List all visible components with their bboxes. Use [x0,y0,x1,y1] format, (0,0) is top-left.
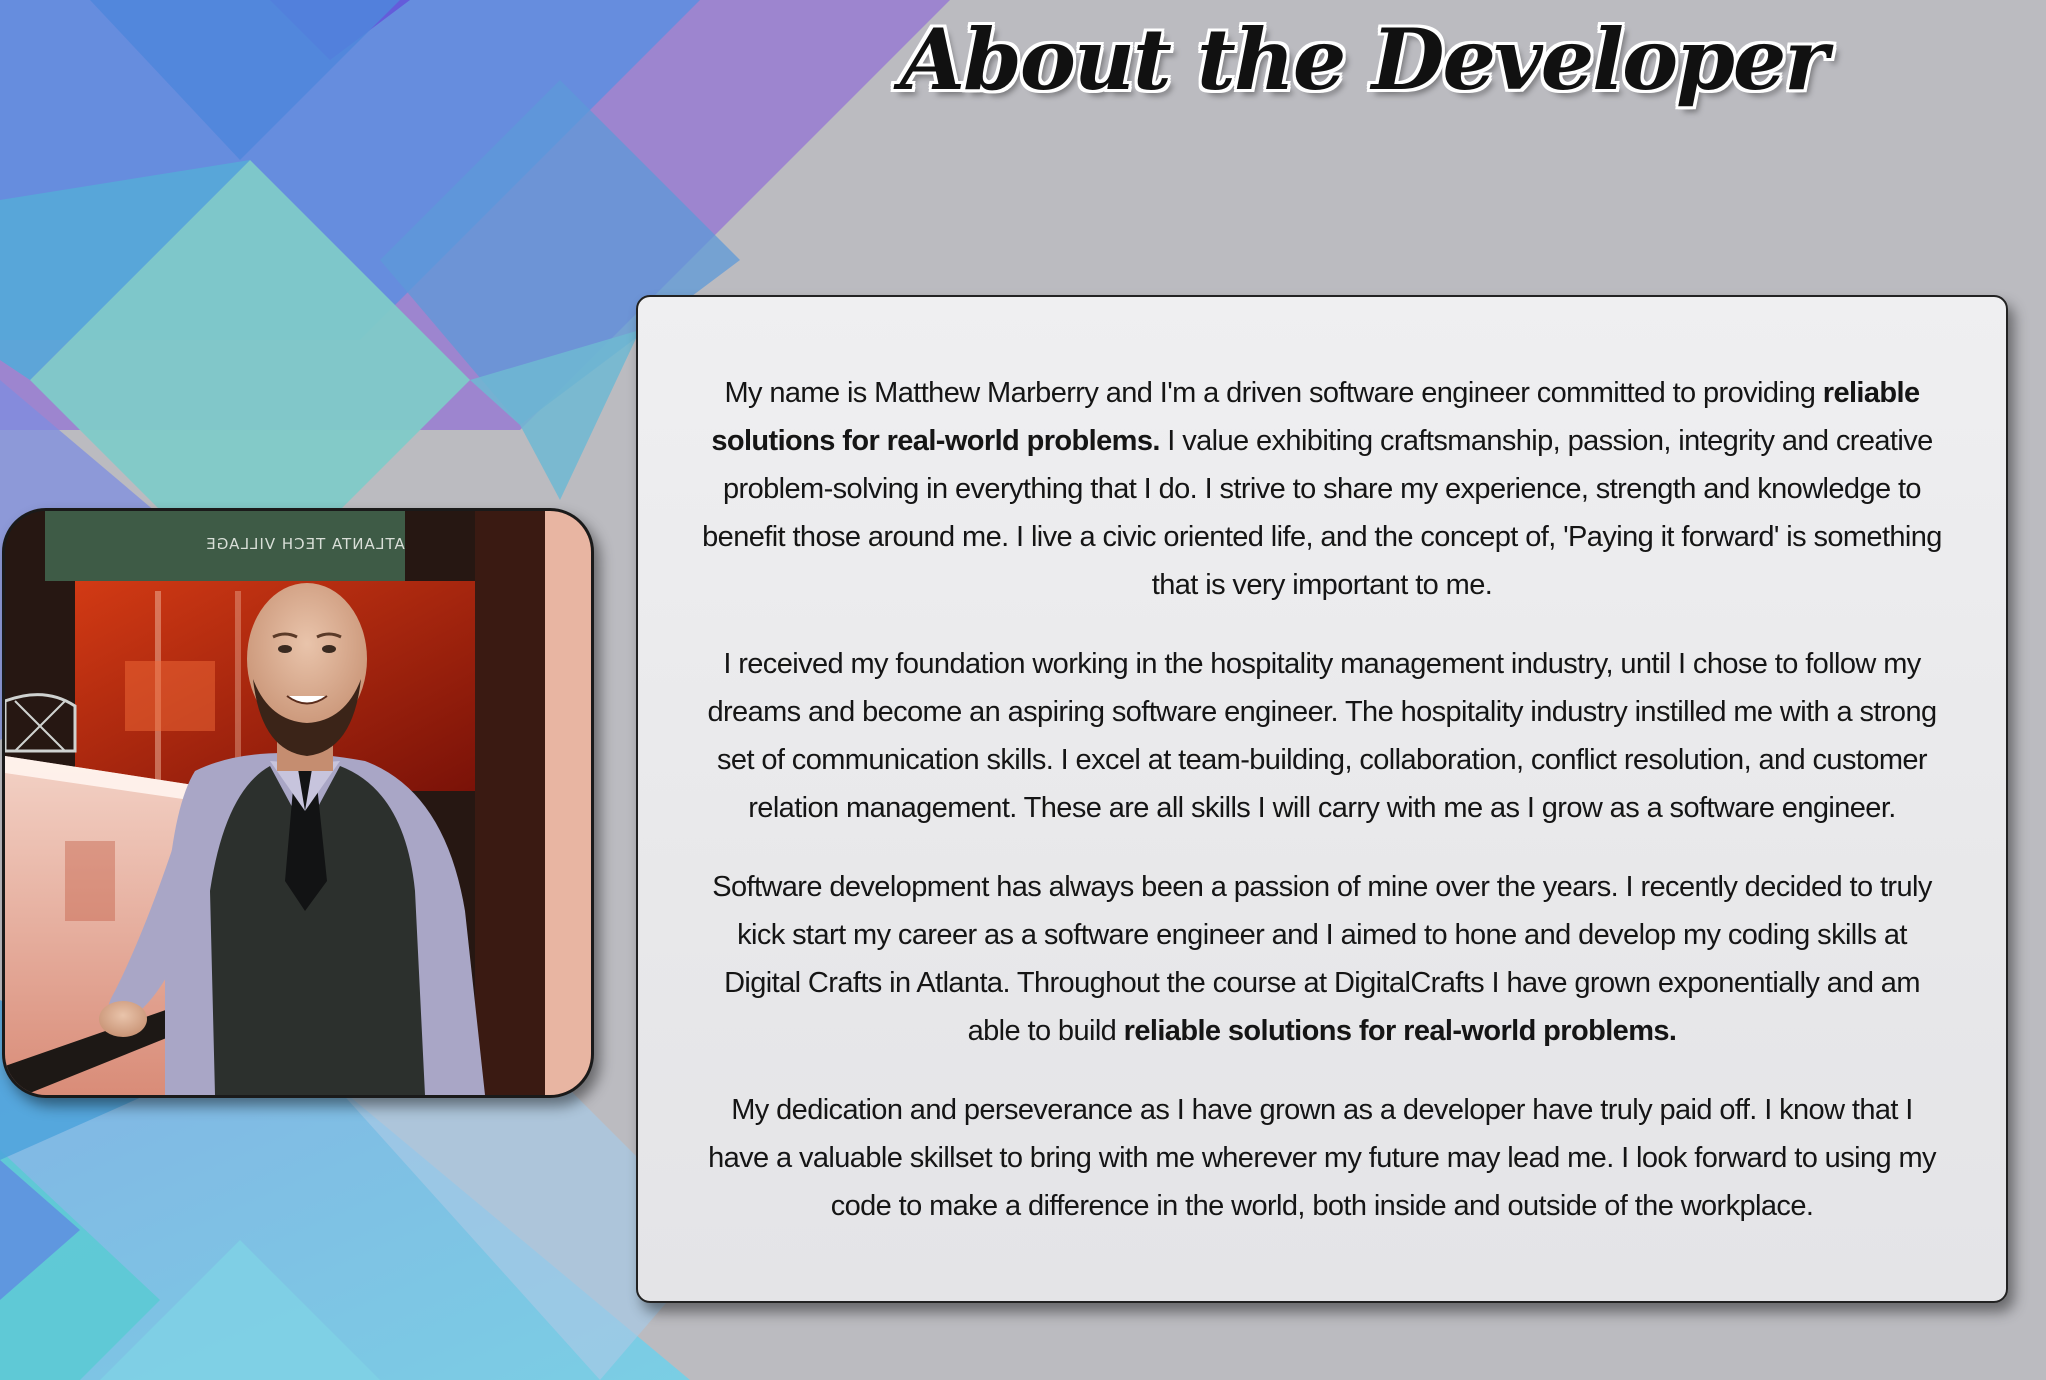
bio-paragraph-4: My dedication and perseverance as I have… [698,1086,1946,1230]
bio-text: I received my foundation working in the … [707,647,1937,824]
sign-text: ATLANTA TECH VILLAGE [205,535,404,553]
bio-highlight: reliable solutions for real-world proble… [1123,1014,1677,1047]
profile-photo: ATLANTA TECH VILLAGE [2,508,594,1098]
bio-card: My name is Matthew Marberry and I'm a dr… [636,295,2008,1303]
bio-text: My name is Matthew Marberry and I'm a dr… [724,376,1823,409]
bio-paragraph-1: My name is Matthew Marberry and I'm a dr… [698,369,1946,609]
bio-paragraph-3: Software development has always been a p… [698,863,1946,1055]
page-title: About the Developer [900,10,1829,109]
bio-paragraph-2: I received my foundation working in the … [698,640,1946,832]
bio-text: My dedication and perseverance as I have… [708,1093,1936,1222]
